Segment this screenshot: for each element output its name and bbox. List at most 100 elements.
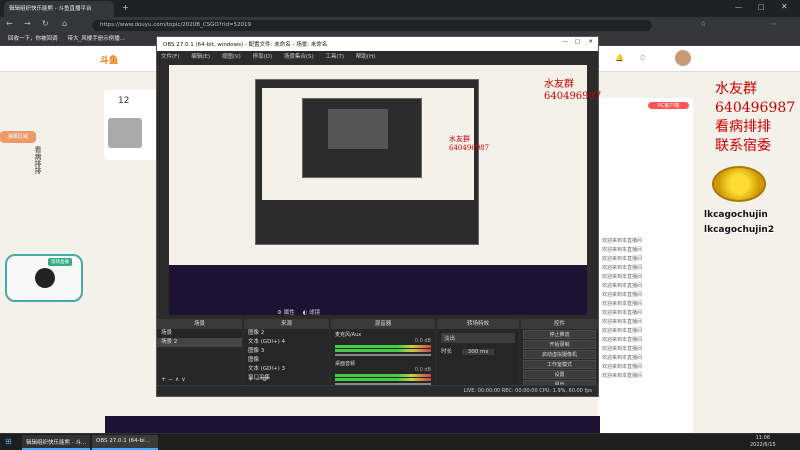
volume-slider[interactable] (335, 354, 431, 356)
menu-edit[interactable]: 编辑(E) (191, 54, 210, 60)
properties-button[interactable]: 属性 (284, 310, 295, 316)
obs-maximize-icon[interactable]: □ (575, 39, 580, 45)
mixer-channel-db: 0.0 dB (414, 367, 431, 373)
remove-scene-icon[interactable]: − (168, 376, 173, 383)
preview-large-line-2: 640496987 (544, 91, 602, 102)
new-tab-icon[interactable]: + (122, 3, 129, 12)
preview-large-line-1: 水友群 (544, 79, 574, 90)
mixer-channel: 桌面音频 0.0 dB (331, 358, 435, 387)
more-icon[interactable]: ⋯ (770, 20, 777, 28)
url-field[interactable]: https://www.douyu.com/topic/2020B_CSGO?r… (92, 20, 652, 31)
move-up-icon[interactable]: ∧ (175, 376, 179, 383)
obs-title-bar: OBS 27.0.1 (64-bit, windows) - 配置文件: 未命名… (157, 37, 598, 51)
sources-dock: 来源 图像 2 文本 (GDI+) 4 图像 3 图像 文本 (GDI+) 3 … (244, 319, 329, 385)
sources-dock-title: 来源 (244, 319, 329, 329)
add-source-icon[interactable]: + (248, 376, 253, 383)
taskbar-clock[interactable]: 11:06 2022/6/15 (750, 435, 776, 449)
stop-streaming-button[interactable]: 停止推流 (523, 330, 596, 339)
chat-line: 欢迎来到本直播间 (602, 274, 643, 280)
preview-nested-obs (255, 79, 479, 245)
back-icon[interactable]: ← (6, 19, 13, 28)
remove-source-icon[interactable]: − (255, 376, 260, 383)
overlay-names: lkcagochujin lkcagochujin2 (704, 208, 774, 238)
source-item[interactable]: 图像 3 (244, 347, 329, 356)
scene-item[interactable]: 场景 (157, 329, 242, 338)
anchor-info-panel: 12 (104, 90, 164, 160)
chat-line: 欢迎来到本直播间 (602, 346, 643, 352)
gear-icon[interactable]: ⚙ (277, 310, 282, 316)
reload-icon[interactable]: ↻ (42, 19, 49, 28)
taskbar-browser-label: 辑辑组织快乐能熊 - 斗... (26, 440, 87, 446)
scene-controls: + − ∧ ∨ (161, 376, 186, 383)
source-item[interactable]: 文本 (GDI+) 3 (244, 365, 329, 374)
taskbar-browser[interactable]: 辑辑组织快乐能熊 - 斗... (22, 435, 90, 450)
source-item[interactable]: 文本 (GDI+) 4 (244, 338, 329, 347)
chat-line: 欢迎来到本直播间 (602, 364, 643, 370)
studio-mode-button[interactable]: 工作室模式 (523, 360, 596, 369)
site-logo[interactable]: 斗鱼 (100, 53, 118, 66)
taskbar-obs[interactable]: OBS 27.0.1 (64-bi... (92, 435, 158, 450)
duration-input[interactable]: 300 ms (461, 349, 495, 355)
start-recording-button[interactable]: 开始录制 (523, 340, 596, 349)
move-down-icon[interactable]: ∨ (181, 376, 185, 383)
bookmark-2[interactable]: 带大_风楼手册示例播... (67, 36, 125, 42)
menu-scene-collection[interactable]: 场景集合(S) (284, 54, 314, 60)
obs-minimize-icon[interactable]: — (563, 39, 569, 45)
streamer-thumbnail (108, 118, 142, 148)
mixer-channel: 麦克风/Aux 0.0 dB (331, 329, 435, 358)
virtual-camera-button[interactable]: 启动虚拟摄像机 (523, 350, 596, 359)
transition-select[interactable]: 淡出 (441, 333, 515, 343)
overlay-line-2: 640496987 (715, 100, 796, 116)
chat-line: 欢迎来到本直播间 (602, 373, 643, 379)
maximize-icon[interactable]: □ (758, 3, 765, 11)
home-icon[interactable]: ⌂ (62, 19, 67, 28)
windows-start-icon[interactable]: ⊞ (5, 437, 12, 446)
avatar[interactable] (675, 50, 691, 66)
cat-face-icon (35, 268, 55, 288)
source-controls: + − ⚙ (248, 376, 267, 383)
status-text: LIVE: 00:00:00 REC: 00:00:00 CPU: 1.9%, … (463, 388, 592, 394)
audio-meter (335, 345, 431, 348)
bookmark-1[interactable]: 回收一下，你被回调 (8, 36, 58, 42)
browser-tab[interactable]: 辑辑组织快乐能熊 - 斗鱼直播平台 (4, 1, 114, 17)
source-settings-icon[interactable]: ⚙ (262, 376, 267, 383)
notification-icon[interactable]: 🔔 (615, 54, 624, 62)
chat-line: 欢迎来到本直播间 (602, 328, 643, 334)
menu-dock[interactable]: 停靠(D) (253, 54, 273, 60)
obs-preview-canvas[interactable]: 水友群 640496987 水友群 640496987 (169, 65, 601, 315)
menu-tools[interactable]: 工具(T) (325, 54, 344, 60)
menu-view[interactable]: 视图(V) (222, 54, 241, 60)
chat-line: 欢迎来到本直播间 (602, 283, 643, 289)
transitions-dock: 转场特效 淡出 时长 300 ms (437, 319, 519, 385)
scenes-dock-title: 场景 (157, 319, 242, 329)
scene-item[interactable]: 场景 2 (157, 338, 242, 347)
preview-nested-capture-2 (328, 109, 388, 149)
address-bar-row: ← → ↻ ⌂ https://www.douyu.com/topic/2020… (0, 17, 800, 33)
obs-close-icon[interactable]: ✕ (588, 39, 593, 45)
favorites-icon[interactable]: ☆ (700, 20, 706, 28)
add-scene-icon[interactable]: + (161, 376, 166, 383)
preview-nested-capture (262, 88, 474, 200)
minimize-icon[interactable]: — (735, 3, 742, 11)
windows-taskbar: ⊞ 辑辑组织快乐能熊 - 斗... OBS 27.0.1 (64-bi... 1… (0, 433, 800, 450)
taskbar-obs-label: OBS 27.0.1 (64-bi... (96, 438, 150, 444)
chat-list: 欢迎来到本直播间 欢迎来到本直播间 欢迎来到本直播间 欢迎来到本直播间 欢迎来到… (598, 237, 693, 381)
forward-icon[interactable]: → (24, 19, 31, 28)
preview-overlay-text: 水友群 640496987 (449, 135, 489, 153)
preview-overlay-line-1: 水友群 (449, 135, 470, 143)
filters-button[interactable]: 滤镜 (309, 310, 320, 316)
source-item[interactable]: 图像 2 (244, 329, 329, 338)
chat-line: 欢迎来到本直播间 (602, 301, 643, 307)
close-icon[interactable]: ✕ (781, 2, 788, 11)
cat-badge: 现场直播 (48, 258, 72, 266)
mixer-dock-title: 混音器 (331, 319, 435, 329)
menu-file[interactable]: 文件(F) (161, 54, 179, 60)
pc-client-tag[interactable]: PC客户端 (648, 102, 689, 109)
settings-button[interactable]: 设置 (523, 370, 596, 379)
source-item[interactable]: 图像 (244, 356, 329, 365)
tab-title: 辑辑组织快乐能熊 - 斗鱼直播平台 (9, 6, 92, 12)
menu-help[interactable]: 帮助(H) (356, 54, 375, 60)
filter-icon[interactable]: ◐ (302, 310, 307, 316)
overlay-line-3: 看病排排 (715, 119, 771, 135)
history-icon[interactable]: ⏱ (640, 54, 645, 63)
